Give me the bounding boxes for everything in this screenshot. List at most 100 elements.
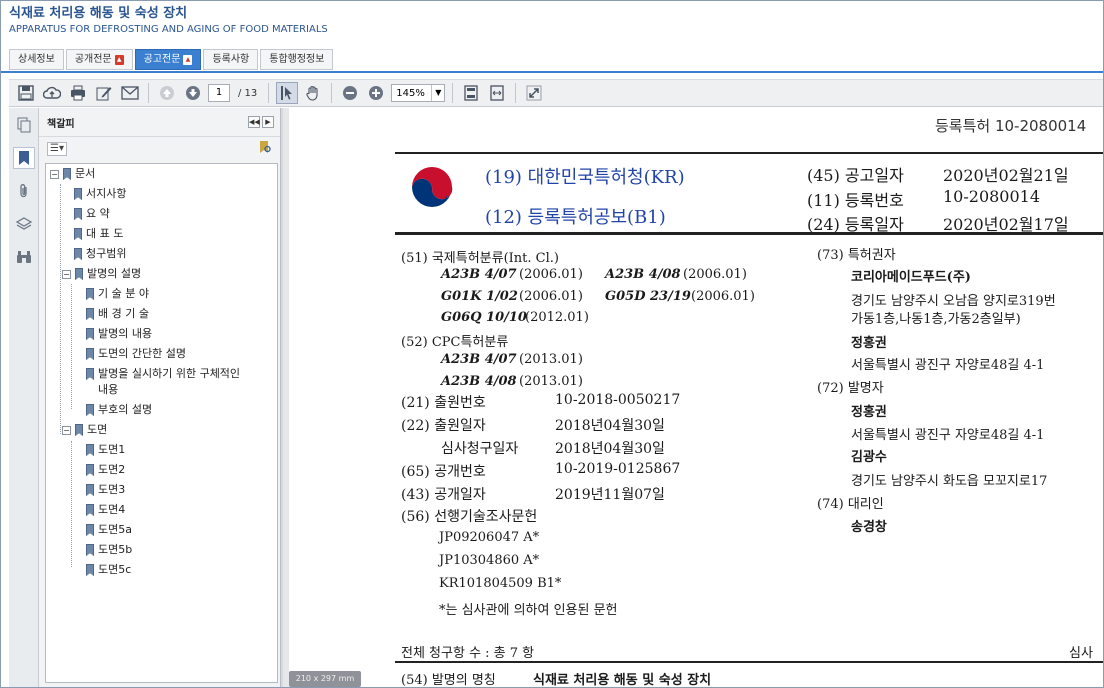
tree-item-drawing-5c[interactable]: 도면5c <box>86 562 131 578</box>
bookmark-icon <box>74 188 82 200</box>
document-viewport[interactable]: 등록특허 10-2080014 (19) 대한민국특허청(KR) (12) 등록… <box>283 108 1103 688</box>
expand-panel-icon[interactable]: ▶ <box>262 116 274 128</box>
fit-page-icon[interactable] <box>460 82 482 104</box>
tree-item-summary[interactable]: 발명의 내용 <box>86 326 152 342</box>
bookmark-icon <box>74 208 82 220</box>
tab-label: 등록사항 <box>212 53 250 65</box>
tree-item-document[interactable]: − 문서 <box>50 166 95 182</box>
bookmark-icon <box>86 328 94 340</box>
fit-width-icon[interactable] <box>486 82 508 104</box>
reg-no: 10-2080014 <box>943 187 1041 206</box>
collapse-panel-icon[interactable]: ◀◀ <box>248 116 260 128</box>
page-number-input[interactable]: 1 <box>208 84 230 102</box>
tree-item-label: 부호의 설명 <box>98 403 153 416</box>
open-no-label: (65) 공개번호 <box>401 464 486 480</box>
options-menu-icon[interactable]: ☰▾ <box>47 141 67 156</box>
tree-item-description[interactable]: − 발명의 설명 <box>62 266 141 282</box>
cpc-code: A23B 4/08 <box>441 374 517 389</box>
tree-item-technical-field[interactable]: 기 술 분 야 <box>86 286 149 302</box>
open-date: 2019년11월07일 <box>555 487 665 503</box>
email-icon[interactable] <box>119 82 141 104</box>
prior-art-item: JP10304860 A* <box>439 553 540 568</box>
tab-label: 상세정보 <box>18 53 55 65</box>
zoom-out-icon[interactable] <box>339 82 361 104</box>
tree-item-drawings[interactable]: − 도면 <box>62 422 107 438</box>
tree-item-embodiment[interactable]: 발명을 실시하기 위한 구체적인내용 <box>86 366 240 398</box>
tree-item-drawing-description[interactable]: 도면의 간단한 설명 <box>86 346 186 362</box>
bookmark-icon <box>86 564 94 576</box>
tree-item-drawing-4[interactable]: 도면4 <box>86 502 125 518</box>
bookmark-icon <box>86 484 94 496</box>
tree-item-label: 배 경 기 술 <box>98 307 149 320</box>
tree-item-label: 발명을 실시하기 위한 구체적인 <box>98 367 241 380</box>
tree-item-bibliography[interactable]: 서지사항 <box>74 186 126 202</box>
tree-item-representative-drawing[interactable]: 대 표 도 <box>74 226 123 242</box>
attachment-icon[interactable] <box>13 180 35 202</box>
app-no-label: (21) 출원번호 <box>401 395 486 411</box>
ipc-year: (2006.01) <box>683 267 747 282</box>
tree-item-label: 발명의 내용 <box>98 327 153 340</box>
page-running-header: 등록특허 10-2080014 <box>935 117 1087 135</box>
hand-tool-icon[interactable] <box>302 82 324 104</box>
tab-label: 통합행정정보 <box>269 53 325 65</box>
bookmark-icon[interactable] <box>13 147 35 169</box>
pdf-page: 등록특허 10-2080014 (19) 대한민국특허청(KR) (12) 등록… <box>289 108 1103 688</box>
chevron-down-icon[interactable]: ▼ <box>431 85 444 101</box>
tree-item-drawing-2[interactable]: 도면2 <box>86 462 125 478</box>
holder-address: 서울특별시 광진구 자양로48길 4-1 <box>851 358 1045 373</box>
tab-notice-full[interactable]: 공고전문 ▲ <box>134 49 202 70</box>
edit-icon[interactable] <box>93 82 115 104</box>
tree-item-abstract[interactable]: 요 약 <box>74 206 110 222</box>
cpc-label: (52) CPC특허분류 <box>401 335 509 350</box>
tree-item-drawing-5a[interactable]: 도면5a <box>86 522 132 538</box>
binoculars-icon[interactable] <box>13 246 35 268</box>
issuing-office: (19) 대한민국특허청(KR) <box>485 167 685 188</box>
prev-page-icon[interactable] <box>156 82 178 104</box>
tree-item-label: 도면5a <box>98 523 132 536</box>
tree-item-claims[interactable]: 청구범위 <box>74 246 126 262</box>
bookmark-icon <box>75 268 83 280</box>
tab-registration[interactable]: 등록사항 <box>203 49 259 70</box>
ipc-year: (2006.01) <box>519 289 583 304</box>
collapse-toggle-icon[interactable]: − <box>62 426 71 435</box>
open-date-label: (43) 공개일자 <box>401 487 486 503</box>
tab-detail[interactable]: 상세정보 <box>9 49 64 70</box>
tree-item-label: 도면의 간단한 설명 <box>98 347 186 360</box>
layers-icon[interactable] <box>13 213 35 235</box>
tree-item-label: 대 표 도 <box>86 227 124 240</box>
tree-guide <box>71 284 72 409</box>
tree-item-drawing-5b[interactable]: 도면5b <box>86 542 132 558</box>
tree-item-label: 도면4 <box>98 503 126 516</box>
zoom-select[interactable]: 145% ▼ <box>391 84 446 102</box>
save-icon[interactable] <box>15 82 37 104</box>
claims-count: 전체 청구항 수 : 총 7 항 <box>401 646 535 661</box>
find-bookmark-icon[interactable] <box>258 139 272 158</box>
page-total: / 13 <box>238 87 258 99</box>
tab-bar: 상세정보 공개전문 ▲ 공고전문 ▲ 등록사항 통합행정정보 <box>9 49 334 71</box>
tab-public-full[interactable]: 공개전문 ▲ <box>65 49 133 70</box>
collapse-toggle-icon[interactable]: − <box>50 170 59 179</box>
tree-item-label: 내용 <box>98 383 119 396</box>
next-page-icon[interactable] <box>182 82 204 104</box>
select-cursor-icon[interactable] <box>276 82 299 104</box>
holder-address: 가동1층,나동1층,가동2층일부) <box>851 312 1021 327</box>
holder-name: 정홍권 <box>851 336 887 351</box>
tree-item-reference-signs[interactable]: 부호의 설명 <box>86 402 152 418</box>
side-rail <box>9 108 39 687</box>
tree-item-background-art[interactable]: 배 경 기 술 <box>86 306 149 322</box>
ipc-code: A23B 4/07 <box>441 267 517 282</box>
pages-icon[interactable] <box>13 114 35 136</box>
print-icon[interactable] <box>67 82 89 104</box>
invention-title-label: (54) 발명의 명칭 <box>401 673 496 688</box>
upload-cloud-icon[interactable] <box>41 82 63 104</box>
ipc-label: (51) 국제특허분류(Int. Cl.) <box>401 251 559 266</box>
page-size-badge: 210 x 297 mm <box>289 671 361 687</box>
exam-date-label: 심사청구일자 <box>441 441 519 457</box>
collapse-toggle-icon[interactable]: − <box>62 270 71 279</box>
tree-item-drawing-3[interactable]: 도면3 <box>86 482 125 498</box>
tab-admin-info[interactable]: 통합행정정보 <box>260 49 334 70</box>
pdf-toolbar: 1 / 13 145% ▼ <box>9 79 1103 107</box>
fullscreen-icon[interactable] <box>523 82 545 104</box>
zoom-in-icon[interactable] <box>365 82 387 104</box>
tree-item-drawing-1[interactable]: 도면1 <box>86 442 125 458</box>
